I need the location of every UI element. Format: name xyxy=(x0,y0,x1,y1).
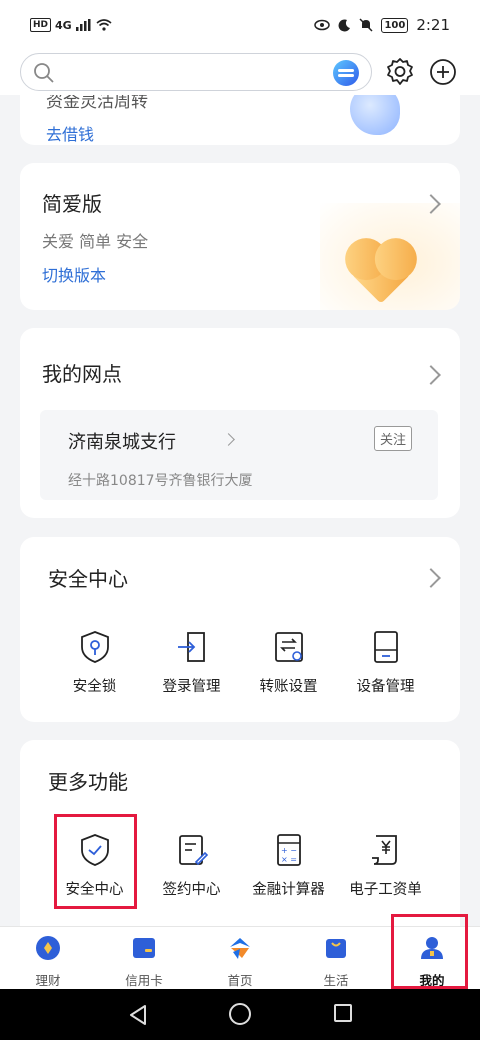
more-functions-title: 更多功能 xyxy=(48,770,128,794)
signal-icon xyxy=(75,19,91,31)
loan-subtitle: 资金灵活周转 xyxy=(46,95,148,112)
sign-center-item[interactable]: 签约中心 xyxy=(143,832,240,899)
wifi-icon xyxy=(96,19,112,31)
tab-home[interactable]: 首页 xyxy=(192,927,288,989)
shield-lock-icon xyxy=(80,631,109,663)
device-management-label: 设备管理 xyxy=(356,679,415,695)
chevron-right-icon[interactable] xyxy=(421,365,441,385)
sign-document-icon xyxy=(178,835,208,866)
add-icon[interactable] xyxy=(427,56,459,88)
finance-calculator-label: 金融计算器 xyxy=(252,882,325,898)
sign-center-label: 签约中心 xyxy=(162,882,221,898)
network-label: 4G xyxy=(55,18,72,32)
finance-calculator-item[interactable]: + − × = 金融计算器 xyxy=(240,832,337,899)
borrow-link[interactable]: 去借钱 xyxy=(46,121,94,145)
security-lock-item[interactable]: 安全锁 xyxy=(46,629,143,696)
login-management-item[interactable]: 登录管理 xyxy=(143,629,240,696)
loan-card[interactable]: 资金灵活周转 去借钱 xyxy=(20,95,460,145)
highlight-security-center xyxy=(54,814,137,909)
search-input[interactable] xyxy=(20,53,372,91)
status-bar: HD 4G 100 2:21 xyxy=(0,0,480,50)
device-management-item[interactable]: 设备管理 xyxy=(337,629,434,696)
branch-name: 济南泉城支行 xyxy=(68,432,176,453)
calculator-icon: + −× = xyxy=(276,834,301,866)
chevron-right-icon[interactable] xyxy=(421,568,441,588)
transfer-settings-label: 转账设置 xyxy=(259,679,318,695)
tab-life[interactable]: 生活 xyxy=(288,927,384,989)
login-door-icon xyxy=(177,632,205,662)
ai-assistant-icon[interactable] xyxy=(333,60,359,86)
transfer-settings-item[interactable]: 转账设置 xyxy=(240,629,337,696)
tab-wealth-label: 理财 xyxy=(35,973,61,988)
hd-badge: HD xyxy=(30,18,52,32)
login-management-label: 登录管理 xyxy=(162,679,221,695)
follow-button[interactable]: 关注 xyxy=(373,426,412,451)
svg-text:+ −: + − xyxy=(281,846,297,855)
home-icon[interactable] xyxy=(229,1003,251,1025)
tab-home-label: 首页 xyxy=(227,973,253,988)
e-payslip-item[interactable]: 电子工资单 xyxy=(337,832,434,899)
recent-apps-icon[interactable] xyxy=(334,1004,352,1022)
eye-icon xyxy=(314,19,331,31)
tab-credit-card[interactable]: 信用卡 xyxy=(96,927,192,989)
mute-bell-icon xyxy=(359,18,373,32)
branch-info[interactable]: 济南泉城支行 关注 经十路10817号齐鲁银行大厦 xyxy=(40,410,438,500)
tab-life-label: 生活 xyxy=(323,973,349,988)
device-icon xyxy=(373,631,398,663)
loan-illustration xyxy=(350,95,400,135)
highlight-profile-tab xyxy=(391,914,468,989)
credit-card-icon xyxy=(133,938,155,958)
search-icon xyxy=(34,63,54,83)
e-payslip-label: 电子工资单 xyxy=(349,882,422,898)
my-branch-title: 我的网点 xyxy=(42,362,122,386)
status-right: 100 2:21 xyxy=(314,16,450,34)
security-grid: 安全锁 登录管理 转账设置 设备管理 xyxy=(20,629,460,696)
system-nav-bar xyxy=(0,989,480,1040)
switch-version-link[interactable]: 切换版本 xyxy=(42,262,106,286)
status-left: HD 4G xyxy=(30,18,112,32)
simple-version-title: 简爱版 xyxy=(42,192,102,216)
svg-text:× =: × = xyxy=(281,855,297,864)
moon-icon xyxy=(338,18,351,31)
transfer-settings-icon xyxy=(274,632,303,662)
chevron-right-icon xyxy=(222,433,235,446)
simple-version-subtitle: 关爱 简单 安全 xyxy=(42,232,149,251)
shopping-bag-icon xyxy=(326,939,346,958)
my-branch-card: 我的网点 济南泉城支行 关注 经十路10817号齐鲁银行大厦 xyxy=(20,328,460,518)
home-logo-icon xyxy=(230,938,250,959)
security-center-title: 安全中心 xyxy=(48,567,128,591)
tab-wealth[interactable]: 理财 xyxy=(0,927,96,989)
clock: 2:21 xyxy=(416,16,450,34)
wealth-icon xyxy=(36,936,60,960)
security-center-card: 安全中心 安全锁 登录管理 转账设置 设备管理 xyxy=(20,537,460,722)
simple-version-card[interactable]: 简爱版 关爱 简单 安全 切换版本 xyxy=(20,163,460,310)
branch-address: 经十路10817号齐鲁银行大厦 xyxy=(68,473,253,489)
top-bar xyxy=(0,50,480,95)
security-lock-label: 安全锁 xyxy=(72,679,117,695)
battery-indicator: 100 xyxy=(381,17,409,33)
yen-receipt-icon xyxy=(371,835,397,865)
settings-gear-icon[interactable] xyxy=(384,56,416,88)
tab-credit-card-label: 信用卡 xyxy=(125,973,163,988)
back-icon[interactable] xyxy=(128,1004,148,1026)
